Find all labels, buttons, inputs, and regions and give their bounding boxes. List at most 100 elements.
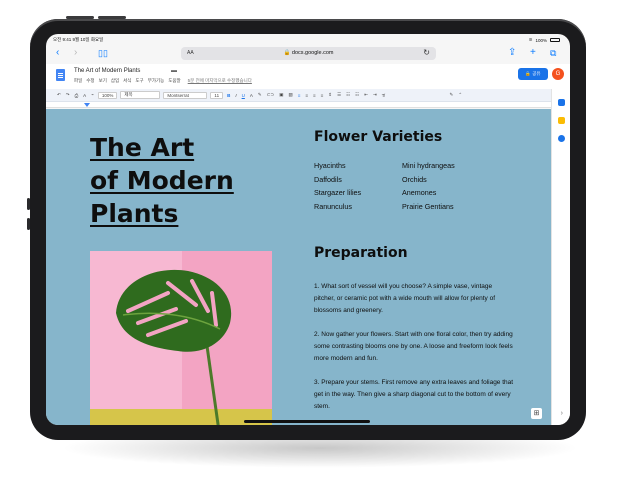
menu-item-tools[interactable]: 도구	[135, 78, 143, 84]
preparation-steps: 1. What sort of vessel will you choose? …	[314, 281, 514, 425]
line-spacing-icon[interactable]: ⇕	[327, 92, 333, 98]
format-toolbar: ↶ ↷ ⎙ A ⌁ 100% 제목 Montserrat 11 B I U A …	[46, 89, 570, 102]
last-edit-note[interactable]: 5분 전에 마지막으로 수정했습니다	[188, 78, 252, 84]
safari-toolbar: ‹ › ▯▯ AA 🔒 docs.google.com ↻ ⇪ + ⧉	[46, 44, 570, 64]
menu-item-insert[interactable]: 삽입	[111, 78, 119, 84]
align-justify-icon[interactable]: ≡	[320, 93, 325, 98]
avatar[interactable]: G	[552, 68, 564, 80]
keep-icon[interactable]	[558, 117, 565, 124]
battery-percent: 100%	[535, 37, 547, 43]
document-title[interactable]: The Art of Modern Plants	[74, 68, 140, 74]
clear-format-icon[interactable]: T̸	[381, 93, 386, 98]
list-item: Orchids	[402, 174, 427, 184]
tabs-overview-icon[interactable]: ⧉	[550, 47, 556, 59]
side-button	[27, 218, 30, 230]
list-item: Hyacinths	[314, 161, 346, 170]
heading-line: of Modern	[90, 166, 234, 195]
explore-button[interactable]: ⊞	[531, 408, 542, 419]
status-time: 오전 9:41 9월 10일 화요일	[53, 37, 104, 42]
side-button	[27, 198, 30, 210]
menu-item-view[interactable]: 보기	[99, 78, 107, 84]
reload-icon[interactable]: ↻	[423, 48, 430, 57]
align-left-icon[interactable]: ≡	[297, 93, 302, 98]
new-tab-icon[interactable]: +	[530, 47, 536, 59]
link-icon[interactable]: ⊂⊃	[266, 92, 276, 98]
list-item: Daffodils	[314, 174, 342, 184]
share-button[interactable]: 🔒 공유	[518, 68, 548, 80]
list-item: Ranunculus	[314, 201, 352, 211]
indent-decrease-icon[interactable]: ⇤	[363, 92, 369, 98]
redo-icon[interactable]: ↷	[65, 92, 71, 98]
ruler[interactable]	[46, 102, 551, 108]
photo-floor	[90, 409, 272, 425]
menu-item-help[interactable]: 도움말	[168, 78, 180, 84]
align-right-icon[interactable]: ≡	[312, 93, 317, 98]
tasks-icon[interactable]	[558, 135, 565, 142]
prep-paragraph: 2. Now gather your flowers. Start with o…	[314, 331, 513, 362]
font-size-select[interactable]: 11	[210, 91, 224, 99]
flower-varieties-heading: Flower Varieties	[314, 129, 443, 145]
list-item: Stargazer lilies	[314, 188, 362, 197]
checklist-icon[interactable]: ☰	[336, 92, 342, 98]
font-select[interactable]: Montserrat	[163, 91, 208, 99]
share-icon[interactable]: ⇪	[508, 47, 516, 59]
folder-icon[interactable]: ▬	[171, 68, 177, 74]
menu-bar: 파일 수정 보기 삽입 서식 도구 부가기능 도움말 5분 전에 마지막으로 수…	[74, 78, 252, 84]
ipad-screen: 오전 9:41 9월 10일 화요일 ≋ 100% ‹ › ▯▯ AA 🔒 do…	[46, 34, 570, 425]
menu-item-file[interactable]: 파일	[74, 78, 82, 84]
comment-add-icon[interactable]: ▣	[278, 92, 284, 98]
status-bar: 오전 9:41 9월 10일 화요일 ≋ 100%	[46, 34, 570, 44]
paint-format-icon[interactable]: ⌁	[90, 92, 95, 98]
list-item: Prairie Gentians	[402, 201, 454, 211]
heading-line: Plants	[90, 199, 179, 228]
battery-icon	[550, 38, 560, 42]
address-bar[interactable]: AA 🔒 docs.google.com ↻	[181, 47, 436, 60]
address-url: 🔒 docs.google.com	[283, 50, 334, 56]
preparation-heading: Preparation	[314, 245, 408, 261]
bold-icon[interactable]: B	[226, 93, 231, 98]
menu-item-edit[interactable]: 수정	[86, 78, 94, 84]
underline-icon[interactable]: U	[241, 93, 246, 98]
align-center-icon[interactable]: ≡	[304, 93, 309, 98]
menu-item-format[interactable]: 서식	[123, 78, 131, 84]
spellcheck-icon[interactable]: A	[82, 93, 87, 98]
bullet-list-icon[interactable]: ☷	[345, 92, 351, 98]
text-color-icon[interactable]: A	[249, 93, 254, 98]
status-right: ≋ 100%	[529, 37, 560, 43]
edit-mode-icon[interactable]: ✎	[449, 92, 455, 98]
docs-logo-icon[interactable]	[56, 69, 65, 81]
docs-header: The Art of Modern Plants ▬ 파일 수정 보기 삽입 서…	[46, 64, 570, 89]
heading-line: The Art	[90, 133, 195, 162]
document-page[interactable]: The Art of Modern Plants Flower Varietie…	[46, 109, 551, 425]
chevron-right-icon[interactable]: ›	[561, 410, 563, 417]
style-select[interactable]: 제목	[120, 91, 161, 99]
highlight-icon[interactable]: ✎	[257, 92, 263, 98]
back-icon[interactable]: ‹	[56, 47, 59, 59]
share-label: 공유	[532, 71, 541, 76]
list-item: Anemones	[402, 188, 437, 197]
menu-item-addons[interactable]: 부가기능	[148, 78, 165, 84]
monstera-leaf-icon	[116, 269, 232, 352]
prep-paragraph: 3. Prepare your stems. First remove any …	[314, 379, 514, 410]
image-icon[interactable]: ▨	[287, 92, 293, 98]
italic-icon[interactable]: I	[234, 93, 237, 98]
print-icon[interactable]: ⎙	[74, 93, 80, 98]
document-heading: The Art of Modern Plants	[90, 131, 234, 230]
bookmarks-icon[interactable]: ▯▯	[98, 47, 108, 59]
calendar-icon[interactable]	[558, 99, 565, 106]
varieties-column-1: Hyacinths Daffodils Stargazer lilies Ran…	[314, 159, 361, 213]
home-indicator[interactable]	[244, 420, 370, 423]
numbered-list-icon[interactable]: ☷	[354, 92, 360, 98]
indent-marker[interactable]	[84, 103, 90, 107]
side-panel	[551, 89, 570, 425]
undo-icon[interactable]: ↶	[56, 92, 62, 98]
prep-paragraph: 1. What sort of vessel will you choose? …	[314, 283, 495, 314]
marketing-stage: 오전 9:41 9월 10일 화요일 ≋ 100% ‹ › ▯▯ AA 🔒 do…	[0, 0, 629, 490]
indent-increase-icon[interactable]: ⇥	[372, 92, 378, 98]
forward-icon[interactable]: ›	[74, 47, 77, 59]
collapse-toolbar-icon[interactable]: ⌃	[457, 92, 463, 98]
url-text: docs.google.com	[291, 50, 334, 56]
list-item: Mini hydrangeas	[402, 161, 455, 170]
zoom-select[interactable]: 100%	[97, 91, 118, 99]
varieties-column-2: Mini hydrangeas Orchids Anemones Prairie…	[402, 159, 455, 213]
